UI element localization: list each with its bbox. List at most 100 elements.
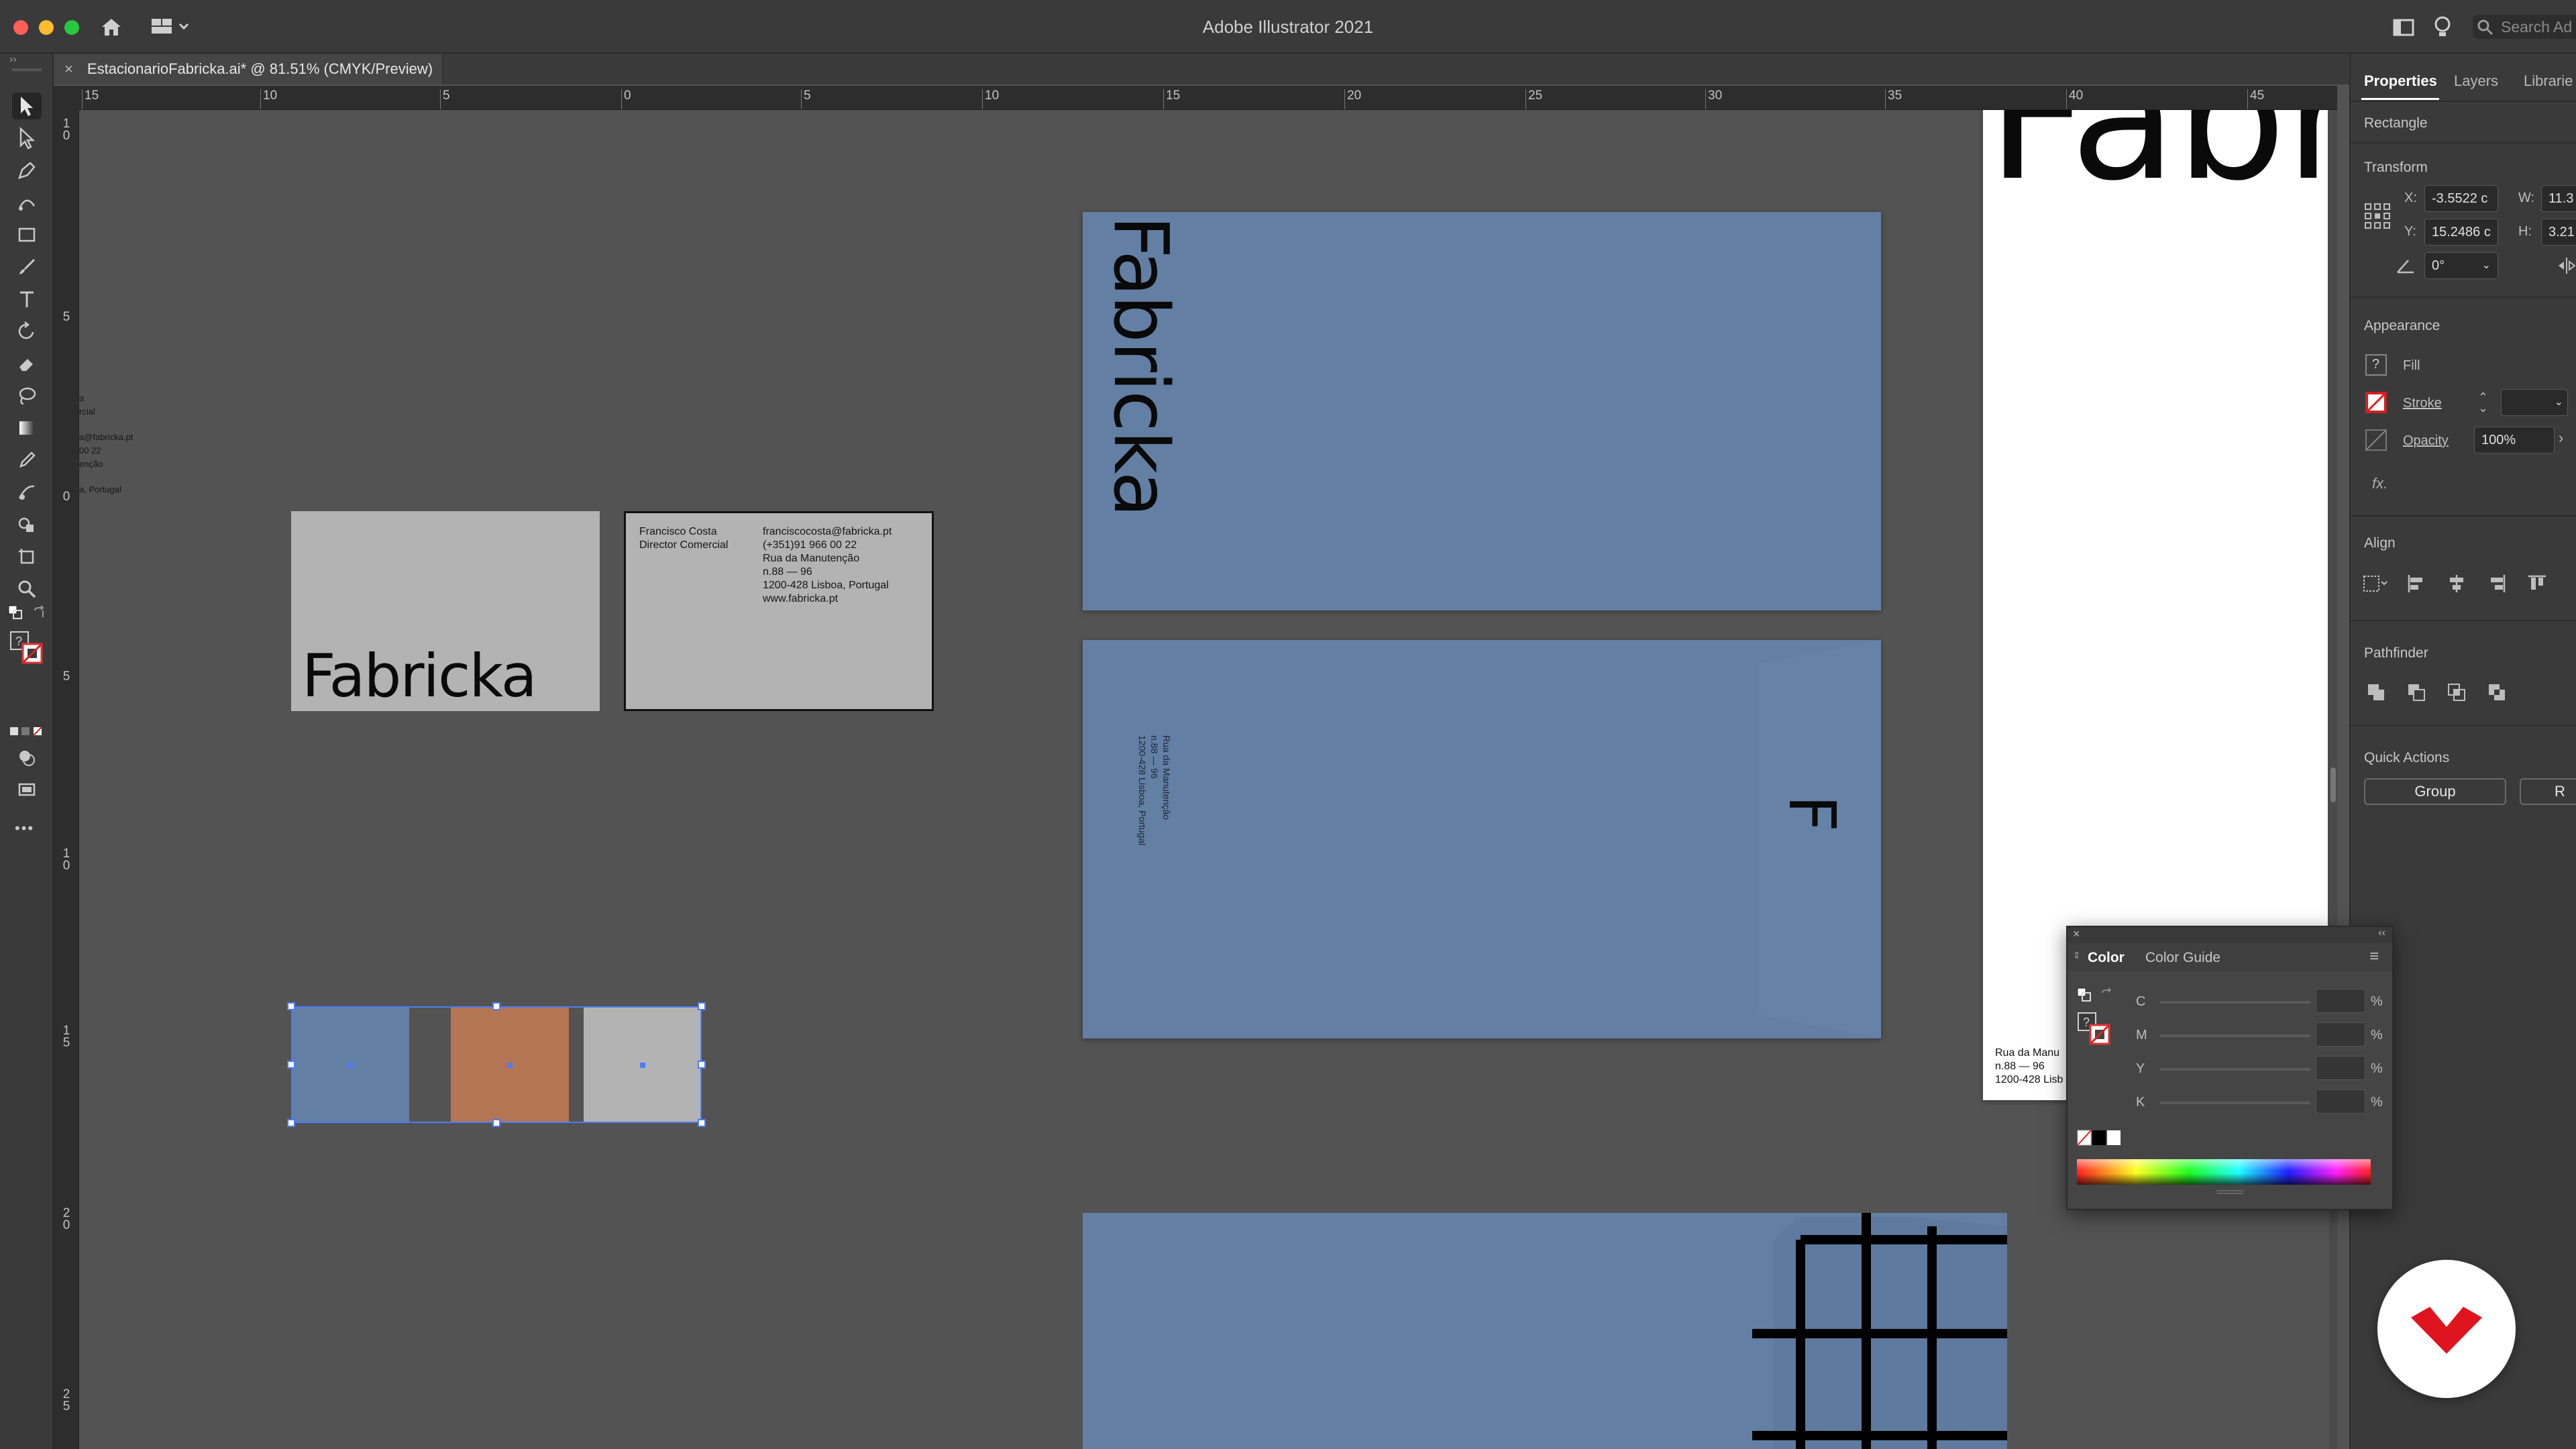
selection-handle[interactable]	[698, 1061, 706, 1069]
envelope-back[interactable]: F Rua da Manutenção n.88 — 96 1200-428 L…	[1083, 640, 1881, 1038]
tab-layers[interactable]: Layers	[2454, 72, 2498, 90]
swatch-group[interactable]	[287, 1002, 706, 1127]
lasso-icon[interactable]	[12, 382, 42, 409]
business-card-front[interactable]: Fabricka	[291, 511, 600, 711]
fill-stroke-indicator[interactable]: ?	[9, 631, 44, 665]
selection-handle[interactable]	[492, 1119, 500, 1127]
scrollbar-thumb[interactable]	[2330, 767, 2336, 802]
panel-resize-grip[interactable]	[2216, 1190, 2243, 1194]
chevron-right-icon[interactable]: ›	[2559, 429, 2563, 447]
fill-swatch[interactable]: ?	[2365, 354, 2387, 376]
selection-handle[interactable]	[492, 1002, 500, 1010]
cyan-input[interactable]	[2316, 989, 2365, 1013]
flip-icon[interactable]	[2556, 255, 2576, 276]
chevron-down-icon[interactable]: ⌄	[2555, 390, 2563, 415]
selection-handle[interactable]	[287, 1002, 295, 1010]
opacity-icon[interactable]	[2365, 429, 2387, 451]
color-panel[interactable]: × ‹‹ ⇕ Color Color Guide ≡ ? C % M % Y %…	[2066, 926, 2394, 1210]
more-tools-icon[interactable]: •••	[15, 820, 34, 837]
opacity-label[interactable]: Opacity	[2403, 433, 2449, 449]
ruler-origin[interactable]	[54, 86, 79, 110]
yellow-slider[interactable]	[2160, 1068, 2310, 1071]
document-tab[interactable]: × EstacionarioFabricka.ai* @ 81.51% (CMY…	[54, 54, 443, 85]
quick-action-button[interactable]: R	[2520, 778, 2576, 805]
magenta-slider[interactable]	[2160, 1034, 2310, 1037]
vertical-scrollbar[interactable]	[2329, 110, 2337, 1449]
chevron-down-icon[interactable]: ⌄	[2482, 253, 2491, 278]
default-colors-icon[interactable]	[8, 605, 23, 620]
group-button[interactable]: Group	[2364, 778, 2506, 805]
h-input[interactable]: 3.21	[2541, 219, 2576, 246]
rotate-icon[interactable]	[12, 318, 42, 345]
eraser-icon[interactable]	[12, 350, 42, 377]
envelope-front[interactable]: Fabricka	[1083, 212, 1881, 610]
selection-handle[interactable]	[698, 1119, 706, 1127]
blend-icon[interactable]	[12, 479, 42, 506]
black-input[interactable]	[2316, 1089, 2365, 1114]
artboard-icon[interactable]	[12, 543, 42, 570]
horizontal-ruler[interactable]: 15 10 5 0 5 10 15 20 25 30 35 40 45	[79, 86, 2337, 110]
type-icon[interactable]	[12, 286, 42, 313]
selection-handle[interactable]	[287, 1061, 295, 1069]
close-panel-icon[interactable]: ×	[2073, 927, 2080, 941]
unite-icon[interactable]	[2363, 679, 2390, 706]
yellow-input[interactable]	[2316, 1056, 2365, 1080]
quick-swatches[interactable]	[2077, 1130, 2121, 1146]
eyedropper-icon[interactable]	[12, 447, 42, 474]
tab-color-guide[interactable]: Color Guide	[2145, 950, 2220, 966]
drawing-modes-icon[interactable]	[12, 745, 42, 771]
curvature-icon[interactable]	[12, 189, 42, 216]
close-tab-icon[interactable]: ×	[64, 54, 73, 85]
gradient-icon[interactable]	[12, 415, 42, 441]
tab-color[interactable]: Color	[2088, 950, 2125, 966]
opacity-input[interactable]: 100%	[2474, 427, 2555, 453]
x-input[interactable]: -3.5522 c	[2424, 185, 2498, 212]
align-horizontal-center-icon[interactable]	[2443, 570, 2470, 597]
screen-mode-icon[interactable]	[12, 777, 42, 804]
swap-colors-icon[interactable]	[2100, 987, 2114, 1002]
zoom-icon[interactable]	[12, 576, 42, 602]
rectangle-icon[interactable]	[12, 221, 42, 248]
pen-icon[interactable]	[12, 157, 42, 184]
align-right-icon[interactable]	[2483, 570, 2510, 597]
direct-selection-icon[interactable]	[12, 125, 42, 152]
black-slider[interactable]	[2160, 1102, 2310, 1104]
color-spectrum[interactable]	[2077, 1159, 2371, 1185]
exclude-icon[interactable]	[2483, 679, 2510, 706]
minus-front-icon[interactable]	[2403, 679, 2430, 706]
tab-properties[interactable]: Properties	[2364, 72, 2437, 90]
stroke-label[interactable]: Stroke	[2403, 396, 2442, 411]
intersect-icon[interactable]	[2443, 679, 2470, 706]
paintbrush-icon[interactable]	[12, 254, 42, 280]
swap-colors-icon[interactable]	[32, 605, 47, 620]
cyan-slider[interactable]	[2160, 1001, 2310, 1004]
w-input[interactable]: 11.3	[2541, 185, 2576, 212]
magenta-input[interactable]	[2316, 1022, 2365, 1046]
vertical-ruler[interactable]: 1 0 5 0 5 1 0 1 5 2 0 2 5	[54, 110, 79, 1449]
arrange-documents-icon[interactable]	[2392, 16, 2415, 39]
stroke-weight-input[interactable]: ⌄	[2501, 389, 2568, 416]
folder-mockup[interactable]	[1083, 1213, 2007, 1449]
align-to-selection-icon[interactable]	[2363, 570, 2390, 597]
reference-point-icon[interactable]	[2364, 203, 2391, 229]
panel-stepper-icon[interactable]: ⇕	[2073, 950, 2081, 961]
rotate-input[interactable]: 0° ⌄	[2424, 252, 2498, 279]
fx-icon[interactable]: fx.	[2372, 475, 2387, 492]
y-input[interactable]: 15.2486 c	[2424, 219, 2498, 246]
color-mode-icons[interactable]	[9, 724, 44, 738]
color-panel-titlebar[interactable]: × ‹‹	[2068, 927, 2392, 943]
fill-stroke-indicator[interactable]: ?	[2077, 1012, 2112, 1046]
stroke-swatch[interactable]	[2365, 392, 2387, 413]
collapse-panel-icon[interactable]: ‹‹	[2378, 927, 2385, 939]
selection-handle[interactable]	[698, 1002, 706, 1010]
shape-builder-icon[interactable]	[12, 511, 42, 538]
lightbulb-icon[interactable]	[2431, 15, 2454, 40]
selection-icon[interactable]	[12, 93, 42, 119]
align-left-icon[interactable]	[2403, 570, 2430, 597]
default-colors-icon[interactable]	[2077, 987, 2092, 1002]
selection-handle[interactable]	[287, 1119, 295, 1127]
align-top-icon[interactable]	[2524, 570, 2551, 597]
tab-libraries[interactable]: Librarie	[2524, 72, 2573, 90]
collapse-toolbar-icon[interactable]: ››	[9, 54, 17, 66]
stroke-stepper[interactable]: ⌃ ⌄	[2478, 391, 2488, 414]
